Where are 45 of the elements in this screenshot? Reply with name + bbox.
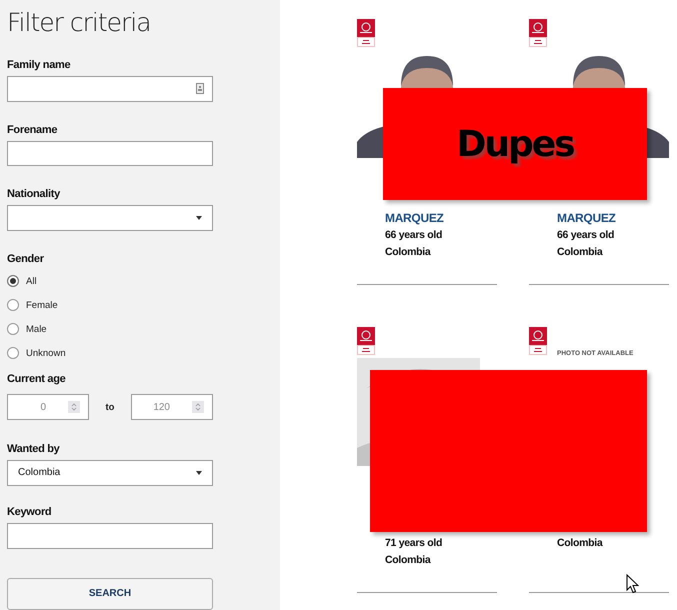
field-label: Wanted by [7,443,60,456]
spinner-icon [68,401,80,414]
wanted-by-select[interactable]: Colombia [7,460,213,486]
caret-icon [196,470,202,475]
radio-button[interactable] [7,299,19,312]
badge-logo-icon [357,19,375,47]
panel-title: Filter criteria [7,8,152,38]
field-label: Current age [7,373,66,386]
badge-logo-icon [529,19,547,47]
badge-logo-icon [529,327,547,355]
person-info: Colombia [385,245,432,260]
person-info: Colombia [385,553,432,568]
keyword-field[interactable] [7,522,213,549]
radio-button[interactable] [7,323,19,336]
family-name-field[interactable] [7,76,213,102]
person-name-link[interactable]: MARQUEZ [385,210,497,227]
overlay-label: Dupes [456,124,574,164]
radio-label[interactable]: Female [26,300,58,311]
field-label: Keyword [7,506,52,519]
radio-label[interactable]: Male [26,324,47,335]
radio-button[interactable] [7,347,19,360]
contact-card-icon [196,83,204,94]
radio-label[interactable]: All [26,276,37,287]
person-info: 71 years old [385,536,444,551]
field-label: Gender [7,253,44,266]
forename-field[interactable] [7,140,213,166]
age-to-field[interactable]: 120 [131,394,213,420]
field-label: Nationality [7,188,60,202]
person-info: Colombia [557,245,604,260]
spinner-icon [192,401,204,414]
person-info: Colombia [557,536,604,551]
person-name-link[interactable]: MARQUEZ [557,210,669,227]
person-info: 66 years old [557,228,616,243]
badge-logo-icon [357,327,375,355]
range-separator: to [104,402,116,413]
age-from-field[interactable]: 0 [7,394,89,420]
radio-label[interactable]: Unknown [26,348,66,359]
person-info: 66 years old [385,228,444,243]
caret-icon [196,216,202,220]
field-label: Family name [7,59,70,72]
mouse-pointer-icon [626,574,639,594]
field-label: Forename [7,124,58,137]
nationality-select[interactable] [7,205,213,232]
search-button[interactable]: SEARCH [7,578,213,610]
radio-button[interactable] [7,275,19,288]
